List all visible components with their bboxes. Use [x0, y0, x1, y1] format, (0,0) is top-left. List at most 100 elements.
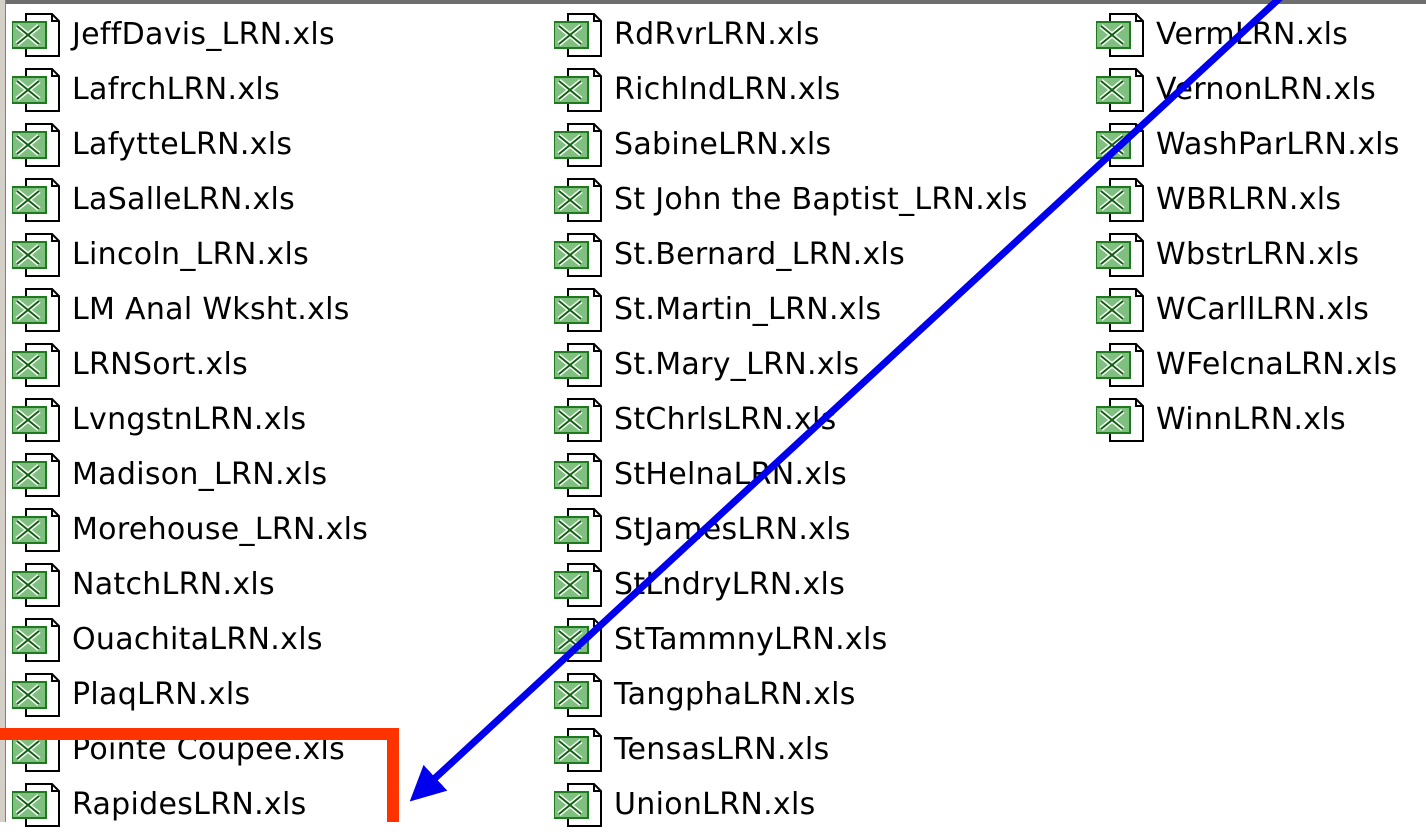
file-name: StLndryLRN.xls	[614, 566, 846, 602]
file-item[interactable]: StChrlsLRN.xls	[554, 392, 837, 447]
file-name: WFelcnaLRN.xls	[1156, 346, 1398, 382]
excel-file-icon	[1096, 67, 1154, 113]
file-name: LvngstnLRN.xls	[72, 401, 307, 437]
excel-file-icon	[554, 562, 612, 608]
file-name: Madison_LRN.xls	[72, 456, 328, 492]
file-name: RdRvrLRN.xls	[614, 16, 820, 52]
file-name: LafrchLRN.xls	[72, 71, 280, 107]
file-item[interactable]: WbstrLRN.xls	[1096, 227, 1359, 282]
file-item[interactable]: StJamesLRN.xls	[554, 502, 851, 557]
excel-file-icon	[554, 122, 612, 168]
file-item[interactable]: TangphaLRN.xls	[554, 667, 856, 722]
excel-file-icon	[12, 67, 70, 113]
excel-file-icon	[1096, 397, 1154, 443]
excel-file-icon	[12, 452, 70, 498]
file-name: StChrlsLRN.xls	[614, 401, 837, 437]
file-name: LaSalleLRN.xls	[72, 181, 296, 217]
file-name: Pointe Coupee.xls	[72, 731, 346, 767]
file-name: LM Anal Wksht.xls	[72, 291, 350, 327]
excel-file-icon	[12, 397, 70, 443]
file-item[interactable]: RapidesLRN.xls	[12, 777, 307, 832]
file-name: VernonLRN.xls	[1156, 71, 1376, 107]
file-item[interactable]: St.Mary_LRN.xls	[554, 337, 859, 392]
file-item[interactable]: LM Anal Wksht.xls	[12, 282, 350, 337]
file-item[interactable]: Pointe Coupee.xls	[12, 722, 345, 777]
file-name: PlaqLRN.xls	[72, 676, 251, 712]
file-item[interactable]: St.Martin_LRN.xls	[554, 282, 881, 337]
file-item[interactable]: StTammnyLRN.xls	[554, 612, 888, 667]
file-item[interactable]: LafrchLRN.xls	[12, 62, 280, 117]
file-item[interactable]: RdRvrLRN.xls	[554, 7, 820, 62]
file-item[interactable]: WFelcnaLRN.xls	[1096, 337, 1397, 392]
excel-file-icon	[554, 342, 612, 388]
excel-file-icon	[12, 782, 70, 828]
file-item[interactable]: VernonLRN.xls	[1096, 62, 1376, 117]
excel-file-icon	[554, 452, 612, 498]
excel-file-icon	[554, 177, 612, 223]
file-name: St.Mary_LRN.xls	[614, 346, 860, 382]
file-name: OuachitaLRN.xls	[72, 621, 323, 657]
file-item[interactable]: LRNSort.xls	[12, 337, 248, 392]
file-name: LafytteLRN.xls	[72, 126, 293, 162]
file-item[interactable]: LaSalleLRN.xls	[12, 172, 295, 227]
file-name: WCarllLRN.xls	[1156, 291, 1370, 327]
file-item[interactable]: LafytteLRN.xls	[12, 117, 292, 172]
file-name: TangphaLRN.xls	[614, 676, 856, 712]
file-item[interactable]: WCarllLRN.xls	[1096, 282, 1369, 337]
file-item[interactable]: TensasLRN.xls	[554, 722, 830, 777]
excel-file-icon	[554, 232, 612, 278]
file-item[interactable]: WashParLRN.xls	[1096, 117, 1400, 172]
excel-file-icon	[554, 782, 612, 828]
excel-file-icon	[554, 67, 612, 113]
file-item[interactable]: OuachitaLRN.xls	[12, 612, 323, 667]
excel-file-icon	[554, 727, 612, 773]
excel-file-icon	[554, 12, 612, 58]
excel-file-icon	[12, 122, 70, 168]
file-name: VermLRN.xls	[1156, 16, 1349, 52]
excel-file-icon	[12, 507, 70, 553]
file-item[interactable]: Morehouse_LRN.xls	[12, 502, 368, 557]
file-item[interactable]: JeffDavis_LRN.xls	[12, 7, 335, 62]
excel-file-icon	[554, 287, 612, 333]
file-item[interactable]: St John the Baptist_LRN.xls	[554, 172, 1028, 227]
file-name: Lincoln_LRN.xls	[72, 236, 310, 272]
file-item[interactable]: StHelnaLRN.xls	[554, 447, 847, 502]
excel-file-icon	[1096, 122, 1154, 168]
file-item[interactable]: UnionLRN.xls	[554, 777, 816, 832]
excel-file-icon	[1096, 12, 1154, 58]
file-item[interactable]: SabineLRN.xls	[554, 117, 831, 172]
file-name: TensasLRN.xls	[614, 731, 830, 767]
excel-file-icon	[12, 562, 70, 608]
file-item[interactable]: Madison_LRN.xls	[12, 447, 327, 502]
file-name: WinnLRN.xls	[1156, 401, 1346, 437]
file-item[interactable]: WinnLRN.xls	[1096, 392, 1346, 447]
file-name: StTammnyLRN.xls	[614, 621, 888, 657]
excel-file-icon	[12, 177, 70, 223]
file-name: UnionLRN.xls	[614, 786, 816, 822]
file-item[interactable]: StLndryLRN.xls	[554, 557, 845, 612]
file-name: SabineLRN.xls	[614, 126, 832, 162]
file-name: WBRLRN.xls	[1156, 181, 1342, 217]
file-name: LRNSort.xls	[72, 346, 249, 382]
file-name: StJamesLRN.xls	[614, 511, 851, 547]
excel-file-icon	[554, 617, 612, 663]
excel-file-icon	[554, 507, 612, 553]
file-name: JeffDavis_LRN.xls	[72, 16, 335, 52]
file-item[interactable]: St.Bernard_LRN.xls	[554, 227, 905, 282]
file-name: WbstrLRN.xls	[1156, 236, 1360, 272]
file-item[interactable]: NatchLRN.xls	[12, 557, 275, 612]
excel-file-icon	[1096, 177, 1154, 223]
file-name: St John the Baptist_LRN.xls	[614, 181, 1028, 217]
file-item[interactable]: Lincoln_LRN.xls	[12, 227, 309, 282]
excel-file-icon	[12, 232, 70, 278]
file-item[interactable]: RichlndLRN.xls	[554, 62, 841, 117]
file-item[interactable]: PlaqLRN.xls	[12, 667, 250, 722]
excel-file-icon	[554, 672, 612, 718]
window-top-border	[0, 0, 1426, 4]
file-item[interactable]: LvngstnLRN.xls	[12, 392, 306, 447]
excel-file-icon	[554, 397, 612, 443]
file-name: NatchLRN.xls	[72, 566, 275, 602]
file-item[interactable]: WBRLRN.xls	[1096, 172, 1341, 227]
file-item[interactable]: VermLRN.xls	[1096, 7, 1348, 62]
file-name: RichlndLRN.xls	[614, 71, 841, 107]
